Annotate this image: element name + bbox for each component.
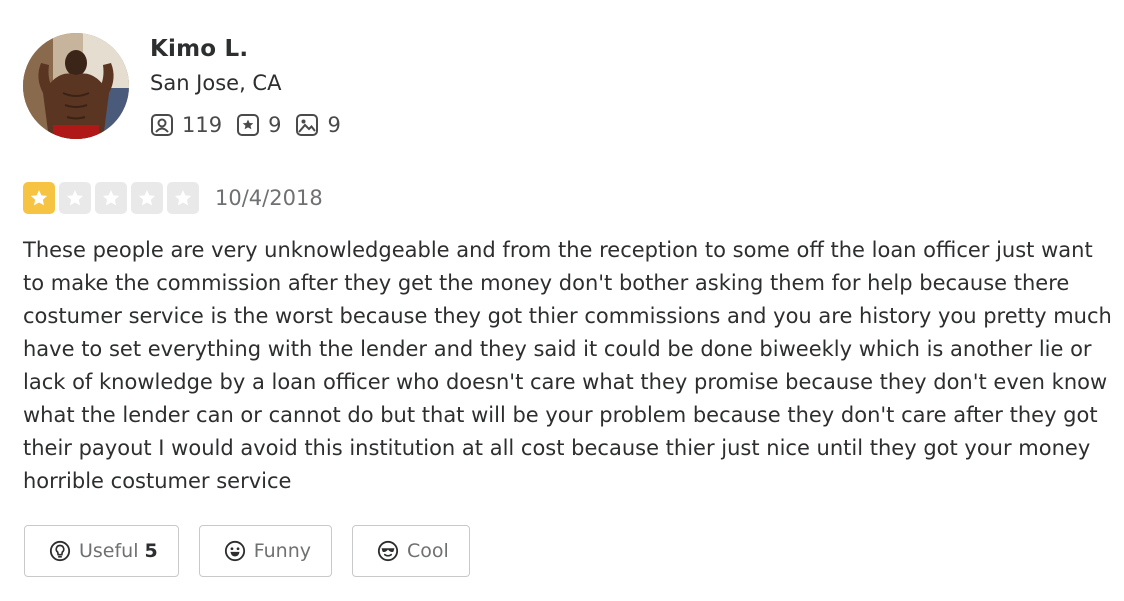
lightbulb-icon	[49, 540, 71, 562]
star-2-icon	[59, 182, 91, 214]
useful-count: 5	[144, 540, 158, 562]
smile-icon	[224, 540, 245, 562]
useful-button[interactable]: Useful 5	[24, 525, 179, 577]
star-rating	[23, 182, 199, 214]
rating-row: 10/4/2018	[23, 181, 323, 215]
funny-label: Funny	[253, 540, 312, 562]
user-stats: 119 9 9	[150, 110, 341, 140]
useful-label: Useful	[79, 540, 139, 562]
photo-icon	[296, 114, 319, 136]
friends-stat: 119	[150, 113, 222, 137]
review-text: These people are very unknowledgeable an…	[23, 238, 1112, 493]
review-date: 10/4/2018	[215, 186, 323, 210]
reaction-buttons: Useful 5 Funny Cool	[24, 525, 470, 577]
star-5-icon	[167, 182, 199, 214]
cool-button[interactable]: Cool	[352, 525, 470, 577]
sunglasses-icon	[377, 540, 399, 562]
friends-icon	[151, 114, 173, 136]
photos-stat: 9	[295, 113, 341, 137]
friends-count: 119	[182, 113, 223, 137]
star-1-icon	[23, 182, 55, 214]
avatar-photo-icon	[23, 33, 129, 139]
user-name[interactable]: Kimo L.	[150, 36, 248, 62]
review-star-icon	[237, 114, 260, 136]
user-location: San Jose, CA	[150, 71, 282, 95]
funny-button[interactable]: Funny	[198, 525, 333, 577]
user-avatar[interactable]	[23, 33, 129, 139]
reviews-count: 9	[268, 113, 282, 137]
star-3-icon	[95, 182, 127, 214]
photos-count: 9	[327, 113, 341, 137]
cool-label: Cool	[407, 540, 449, 562]
review-card: Kimo L. San Jose, CA 119 9 9 10/4/2018 T…	[0, 0, 1124, 601]
reviews-stat: 9	[236, 113, 281, 137]
star-4-icon	[131, 182, 163, 214]
